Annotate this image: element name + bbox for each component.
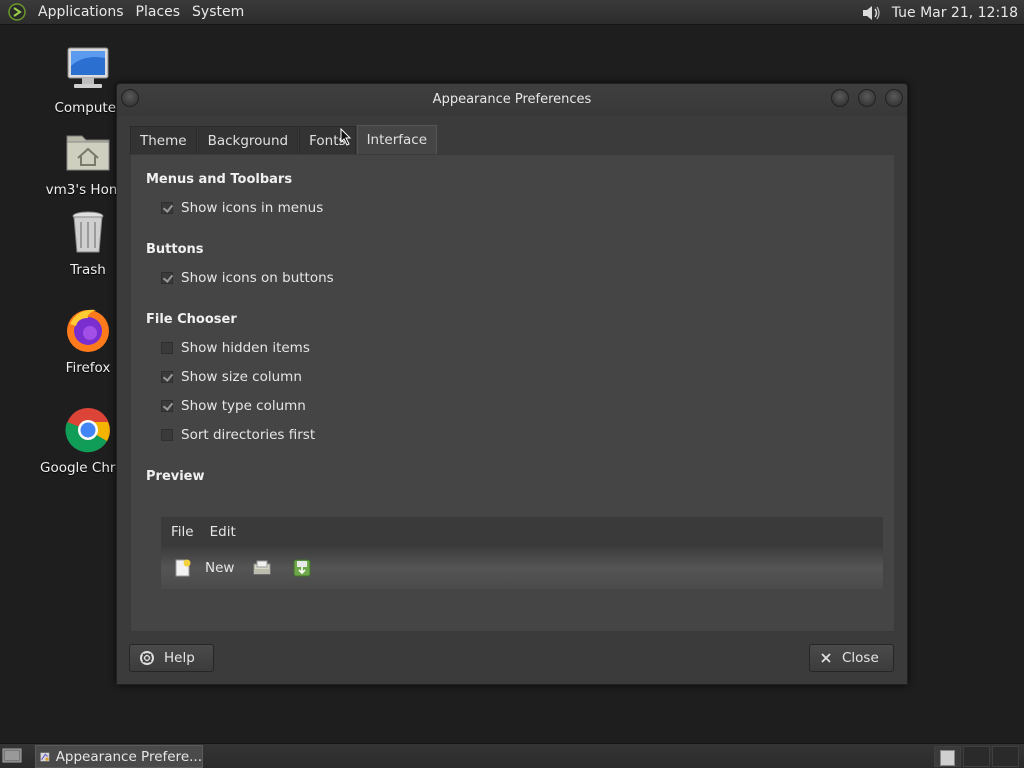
checkbox-box[interactable] [161,202,173,214]
applications-menu[interactable]: Applications [32,0,130,25]
close-icon [821,653,831,663]
titlebar[interactable]: Appearance Preferences [117,84,907,116]
clock[interactable]: Tue Mar 21, 12:18 [892,5,1024,21]
help-icon [140,651,154,665]
preview-menu-edit[interactable]: Edit [210,524,236,540]
section-title-preview: Preview [146,469,205,484]
bottom-panel: Appearance Prefere... [0,743,1024,768]
checkbox-label: Show type column [181,398,306,414]
checkbox-box[interactable] [161,429,173,441]
window-title: Appearance Preferences [432,92,592,107]
trash-icon [72,211,104,253]
chrome-icon [65,408,110,453]
sort-directories-first-checkbox[interactable]: Sort directories first [161,427,315,443]
help-button-label: Help [164,650,195,666]
taskbar-item-appearance[interactable]: Appearance Prefere... [35,745,203,768]
checkbox-label: Show size column [181,369,302,385]
taskbar-item-label: Appearance Prefere... [55,748,202,765]
tab-interface[interactable]: Interface [356,125,438,154]
show-size-column-checkbox[interactable]: Show size column [161,369,302,385]
help-button[interactable]: Help [129,644,214,672]
minimize-button[interactable] [831,89,849,107]
mouse-cursor-icon [340,128,352,146]
workspace-3[interactable] [992,746,1019,767]
computer-icon [67,47,109,88]
checkbox-box[interactable] [161,272,173,284]
section-title-buttons: Buttons [146,242,204,257]
preview-new-label[interactable]: New [205,560,234,576]
save-icon[interactable] [292,558,312,578]
preview-menubar: File Edit [161,517,883,547]
section-title-menus-toolbars: Menus and Toolbars [146,172,293,187]
workspace-1[interactable] [934,746,961,767]
firefox-icon [67,309,109,352]
open-folder-icon[interactable] [252,558,272,578]
tab-bar: Theme Background Fonts Interface [130,125,895,154]
places-menu[interactable]: Places [130,0,187,25]
checkbox-label: Show hidden items [181,340,310,356]
system-menu[interactable]: System [186,0,250,25]
show-icons-in-menus-checkbox[interactable]: Show icons in menus [161,200,323,216]
menu-logo-icon[interactable] [8,3,26,21]
preview-menu-file[interactable]: File [171,524,194,540]
top-panel: Applications Places System Tue Mar 21, 1… [0,0,1024,25]
appearance-preferences-window: Appearance Preferences Theme Background … [116,83,908,685]
show-desktop-icon[interactable] [2,747,22,765]
volume-icon[interactable] [860,3,882,23]
checkbox-label: Sort directories first [181,427,316,443]
close-button[interactable]: Close [809,644,894,672]
show-icons-on-buttons-checkbox[interactable]: Show icons on buttons [161,270,334,286]
preview-area: File Edit New [161,517,883,589]
preview-toolbar: New [161,547,883,589]
window-close-button[interactable] [885,89,903,107]
checkbox-label: Show icons on buttons [181,270,334,286]
maximize-button[interactable] [858,89,876,107]
close-button-label: Close [842,650,879,666]
checkbox-box[interactable] [161,371,173,383]
checkbox-box[interactable] [161,400,173,412]
checkbox-box[interactable] [161,342,173,354]
appearance-app-icon [40,751,50,762]
workspace-2[interactable] [963,746,990,767]
tab-theme[interactable]: Theme [130,126,197,154]
home-folder-icon [66,135,110,171]
new-document-icon[interactable] [173,558,193,578]
interface-page: Menus and Toolbars Show icons in menus B… [130,154,895,632]
show-type-column-checkbox[interactable]: Show type column [161,398,306,414]
preferences-notebook: Theme Background Fonts Interface Menus a… [130,125,895,632]
checkbox-label: Show icons in menus [181,200,324,216]
section-title-file-chooser: File Chooser [146,312,237,327]
show-hidden-items-checkbox[interactable]: Show hidden items [161,340,310,356]
tab-background[interactable]: Background [197,126,299,154]
